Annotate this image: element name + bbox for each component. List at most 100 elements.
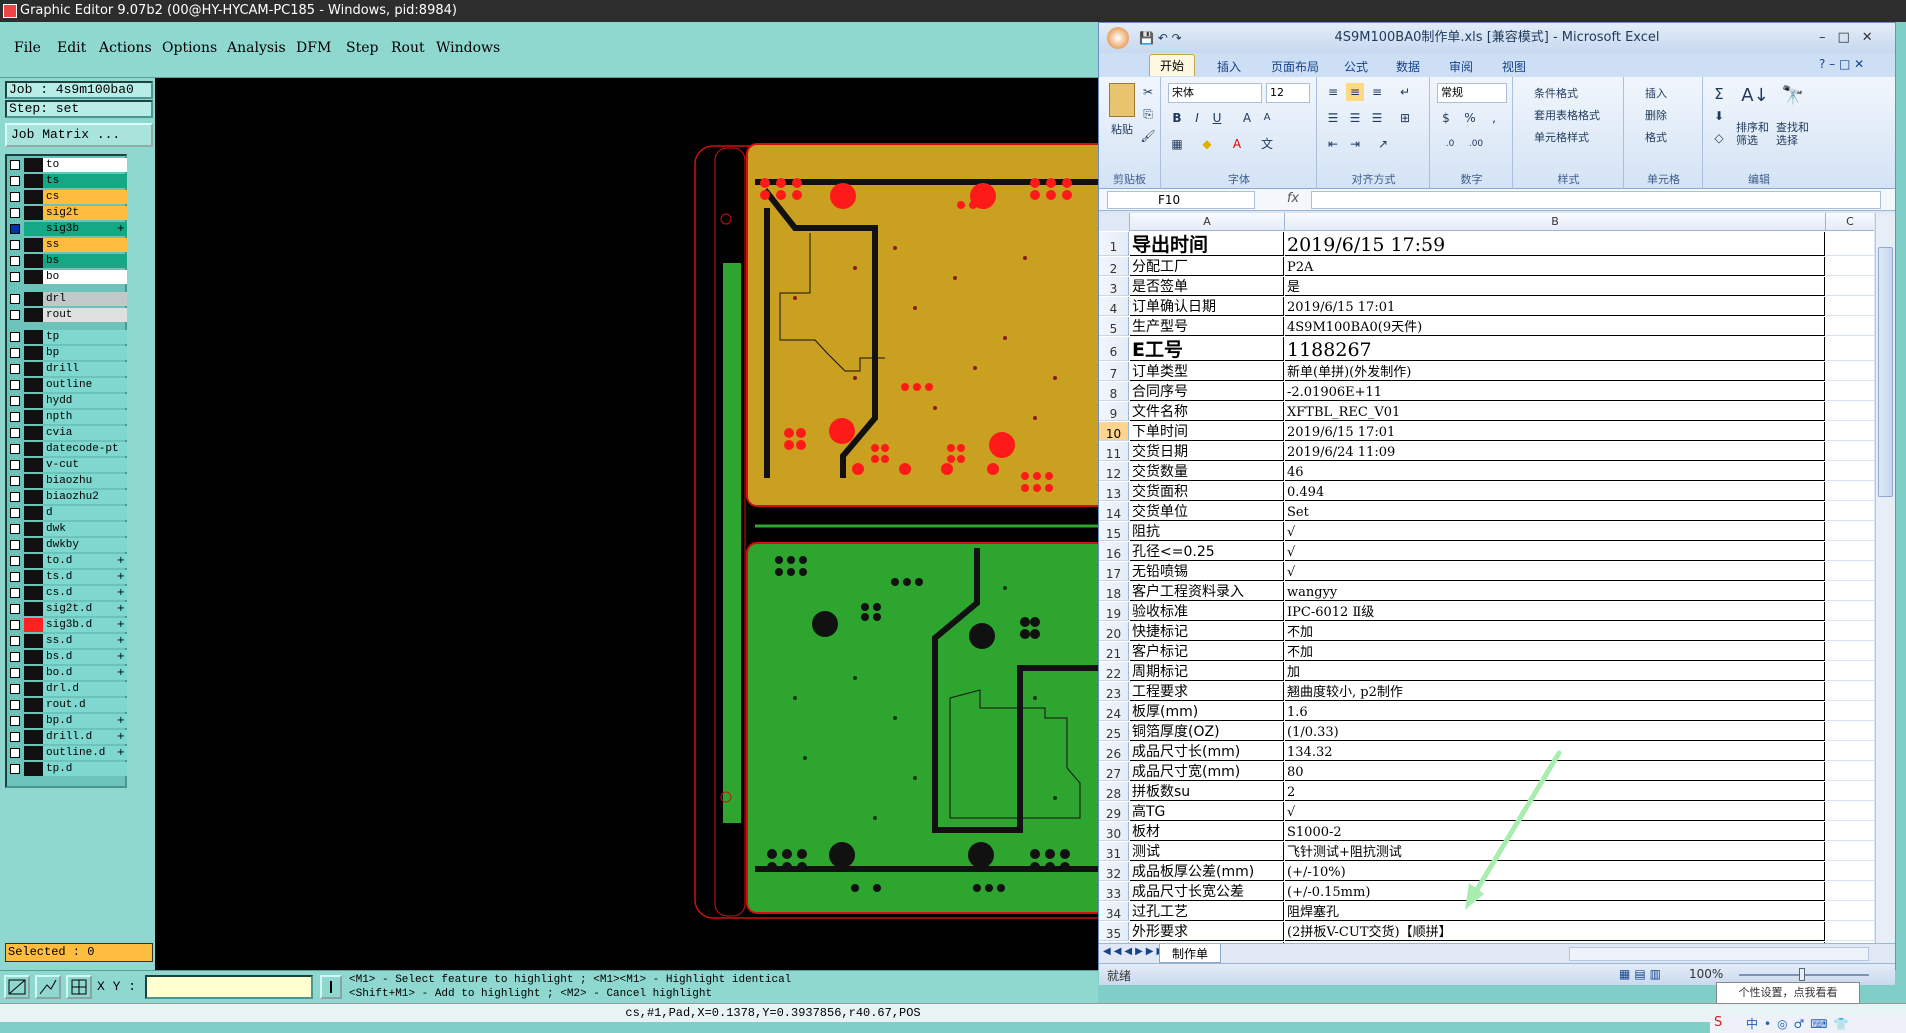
cell-c[interactable] <box>1826 232 1874 256</box>
graphic-canvas[interactable] <box>155 78 1098 970</box>
tab-review[interactable]: 审阅 <box>1439 56 1483 77</box>
layer-row[interactable]: cs.d + <box>7 586 127 600</box>
cell-b[interactable]: 46 <box>1285 462 1825 481</box>
layer-checkbox[interactable] <box>10 588 20 598</box>
cell-b[interactable]: (1/0.33) <box>1285 722 1825 741</box>
cell-a[interactable]: 交货日期 <box>1130 442 1284 461</box>
format-cells-button[interactable]: 格式 <box>1645 129 1667 145</box>
cell-a[interactable]: 阻抗 <box>1130 522 1284 541</box>
layer-row[interactable]: bp.d + <box>7 714 127 728</box>
cell-a[interactable]: 外形要求 <box>1130 922 1284 941</box>
cell-b[interactable]: √ <box>1285 562 1825 581</box>
row-header[interactable]: 11 <box>1099 442 1129 461</box>
layer-name[interactable]: drl.d <box>43 682 127 696</box>
row-header[interactable]: 16 <box>1099 542 1129 561</box>
cell-c[interactable] <box>1826 822 1874 841</box>
layer-name[interactable]: hydd <box>43 394 127 408</box>
cell-a[interactable]: 订单确认日期 <box>1130 297 1284 316</box>
row-header[interactable]: 30 <box>1099 822 1129 841</box>
layer-color-swatch[interactable] <box>24 410 43 424</box>
row-header[interactable]: 2 <box>1099 257 1129 276</box>
menu-file[interactable]: File <box>14 40 41 56</box>
cell-c[interactable] <box>1826 362 1874 381</box>
cell-a[interactable]: 孔径<=0.25 <box>1130 542 1284 561</box>
layer-name[interactable]: biaozhu2 <box>43 490 127 504</box>
layer-color-swatch[interactable] <box>24 292 43 306</box>
layer-color-swatch[interactable] <box>24 206 43 220</box>
layer-name[interactable]: bo.d <box>43 666 127 680</box>
layer-row[interactable]: sig3b + <box>7 222 127 236</box>
cell-a[interactable]: 交货数量 <box>1130 462 1284 481</box>
cell-a[interactable]: 成品板厚公差(mm) <box>1130 862 1284 881</box>
layer-name[interactable]: sig2t <box>43 206 127 220</box>
row-header[interactable]: 33 <box>1099 882 1129 901</box>
layer-row[interactable]: npth <box>7 410 127 424</box>
layer-row[interactable]: datecode-pt <box>7 442 127 456</box>
cell-b[interactable]: 1188267 <box>1285 337 1825 361</box>
layer-name[interactable]: drill <box>43 362 127 376</box>
job-matrix-button[interactable]: Job Matrix ... <box>5 123 153 147</box>
cell-b[interactable]: 134.32 <box>1285 742 1825 761</box>
cell-c[interactable] <box>1826 317 1874 336</box>
cell-c[interactable] <box>1826 562 1874 581</box>
cell-c[interactable] <box>1826 662 1874 681</box>
select-all-corner[interactable] <box>1099 213 1130 231</box>
cell-c[interactable] <box>1826 257 1874 276</box>
layer-checkbox[interactable] <box>10 540 20 550</box>
layer-checkbox[interactable] <box>10 224 20 234</box>
layer-row[interactable]: tp.d <box>7 762 127 776</box>
cell-b[interactable]: 1.6 <box>1285 702 1825 721</box>
cell-c[interactable] <box>1826 382 1874 401</box>
sort-filter-button[interactable]: 排序和 筛选 <box>1736 121 1769 147</box>
wrap-text-icon[interactable]: ↵ <box>1396 83 1414 101</box>
row-header[interactable]: 18 <box>1099 582 1129 601</box>
row-header[interactable]: 34 <box>1099 902 1129 921</box>
layer-checkbox[interactable] <box>10 240 20 250</box>
conditional-format-button[interactable]: 条件格式 <box>1534 85 1578 101</box>
layer-row[interactable]: sig3b.d + <box>7 618 127 632</box>
align-middle-icon[interactable]: ≡ <box>1346 83 1364 101</box>
tool-zoom-icon[interactable] <box>4 975 30 999</box>
merge-icon[interactable]: ⊞ <box>1396 109 1414 127</box>
row-header[interactable]: 27 <box>1099 762 1129 781</box>
layer-row[interactable]: to <box>7 158 127 172</box>
layer-row[interactable]: bs.d + <box>7 650 127 664</box>
tray-icons[interactable]: 中•◎♂⌨👕 <box>1746 1015 1855 1032</box>
tab-formulas[interactable]: 公式 <box>1334 56 1378 77</box>
layer-checkbox[interactable] <box>10 764 20 774</box>
layer-row[interactable]: dwk <box>7 522 127 536</box>
layer-row[interactable]: ts <box>7 174 127 188</box>
layer-name[interactable]: to.d <box>43 554 127 568</box>
tab-insert[interactable]: 插入 <box>1207 56 1251 77</box>
cell-c[interactable] <box>1826 337 1874 361</box>
italic-icon[interactable]: I <box>1188 109 1206 127</box>
cell-a[interactable]: 导出时间 <box>1130 232 1284 256</box>
layer-color-swatch[interactable] <box>24 522 43 536</box>
office-button-icon[interactable] <box>1107 27 1129 49</box>
layer-checkbox[interactable] <box>10 272 20 282</box>
decrease-decimal-icon[interactable]: .00 <box>1467 135 1485 153</box>
align-left-icon[interactable]: ☰ <box>1324 109 1342 127</box>
layer-checkbox[interactable] <box>10 492 20 502</box>
cell-c[interactable] <box>1826 902 1874 921</box>
cell-b[interactable]: 0.494 <box>1285 482 1825 501</box>
cell-c[interactable] <box>1826 622 1874 641</box>
cut-icon[interactable]: ✂ <box>1139 83 1157 101</box>
vertical-scrollbar[interactable] <box>1875 213 1895 943</box>
find-select-icon[interactable]: 🔭 <box>1778 85 1808 115</box>
row-header[interactable]: 21 <box>1099 642 1129 661</box>
layer-row[interactable]: cvia <box>7 426 127 440</box>
layer-name[interactable]: bs.d <box>43 650 127 664</box>
cell-b[interactable]: 飞针测试+阻抗测试 <box>1285 842 1825 861</box>
cell-c[interactable] <box>1826 722 1874 741</box>
tab-view[interactable]: 视图 <box>1492 56 1536 77</box>
layer-row[interactable]: d <box>7 506 127 520</box>
cell-a[interactable]: 分配工厂 <box>1130 257 1284 276</box>
layer-color-swatch[interactable] <box>24 222 43 236</box>
window-controls-icon[interactable]: –□✕ <box>1819 23 1885 53</box>
layer-name[interactable]: rout.d <box>43 698 127 712</box>
layer-row[interactable]: outline.d + <box>7 746 127 760</box>
cell-a[interactable]: 拼板数su <box>1130 782 1284 801</box>
layer-color-swatch[interactable] <box>24 458 43 472</box>
layer-row[interactable]: bo <box>7 270 127 284</box>
